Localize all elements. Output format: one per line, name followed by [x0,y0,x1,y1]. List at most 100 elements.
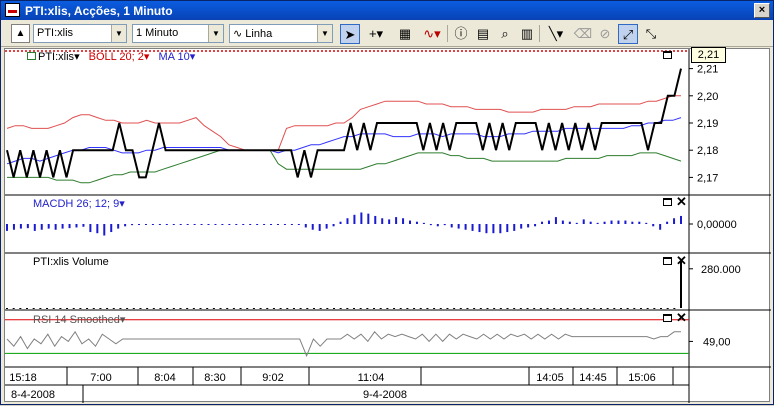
volume-bar [39,308,42,309]
volume-bar [79,308,82,309]
chevron-down-icon[interactable]: ▾ [74,51,80,63]
macd-bar [402,218,405,224]
close-pane-icon[interactable]: ✕ [676,254,687,267]
volume-bar [359,308,362,309]
legend-ma[interactable]: MA 10 [159,51,190,63]
macd-bar [360,212,363,224]
volume-bar [72,308,75,309]
chart-window: PTI:xlis, Acções, 1 Minuto × ▲ PTI:xlis … [0,0,774,405]
chart-style-value: ∿ Linha [233,27,272,40]
volume-bar [92,308,95,309]
last-price-label: 2,21 [691,47,726,63]
chevron-down-icon[interactable]: ▼ [208,25,223,42]
volume-bar [272,308,275,309]
volume-bar [266,308,269,309]
price-axis-label: 2,21 [697,64,718,76]
macd-bar [596,222,599,224]
legend-volume[interactable]: PTI:xlis Volume [33,256,109,268]
legend-boll[interactable]: BOLL 20; 2 [89,51,144,63]
macd-bar [464,224,467,230]
symbol-select[interactable]: PTI:xlis ▼ [33,24,127,43]
interval-select[interactable]: 1 Minuto ▼ [132,24,224,43]
chart-style-select[interactable]: ∿ Linha ▼ [229,24,333,43]
crosshair-tool-icon[interactable]: +▾ [363,24,389,44]
pointer-tool-icon[interactable]: ➤ [340,24,360,44]
volume-bar [653,308,656,309]
macd-bar [374,215,377,224]
zoom-icon[interactable]: ⌕ [495,24,515,44]
legend-symbol[interactable]: PTI:xlis [38,51,74,63]
eraser-icon[interactable]: ⌫ [573,24,593,44]
macd-bar [54,224,57,230]
macd-bar [520,224,523,229]
legend-rsi[interactable]: RSI 14 Smoothed [33,314,120,326]
collapse-up-icon[interactable]: ▲ [11,24,30,43]
volume-bar [553,308,556,309]
volume-bar [379,308,382,309]
macd-bar [103,224,106,236]
macd-bar [158,224,161,225]
delete-icon[interactable]: ⊘ [595,24,615,44]
chevron-down-icon[interactable]: ▾ [120,314,126,326]
volume-bar [566,308,569,309]
chart-area[interactable]: 2,21 2,20 2,19 2,18 2,17 0,00000 280.000 49,00 1… [4,47,771,403]
time-axis-label: 9:02 [262,372,283,384]
volume-bar [413,308,416,309]
macd-bar [75,224,78,228]
macd-bar [638,221,641,224]
volume-bar [112,308,115,309]
macd-bar [450,224,453,228]
macd-bar [582,219,585,224]
chevron-down-icon[interactable]: ▾ [190,51,196,63]
volume-bar [206,308,209,309]
boll-lower-line [7,149,682,184]
indicator-icon[interactable]: ∿▾ [419,24,445,44]
line-draw-icon[interactable]: ╲▾ [543,24,569,44]
volume-bar [673,308,676,309]
info-icon[interactable]: ⓘ [451,24,471,44]
macd-bar [276,224,279,225]
macd-bar [235,224,238,225]
chevron-down-icon[interactable]: ▾ [144,51,150,63]
fit-icon[interactable]: ⤡ [641,24,661,44]
time-axis-label: 15:18 [9,372,37,384]
volume-bar [152,308,155,309]
volume-bar [292,308,295,309]
volume-bar [172,308,175,309]
macd-bar [652,224,655,227]
volume-bar [6,308,8,309]
maximize-pane-icon[interactable] [663,314,672,322]
volume-bar [19,308,22,309]
macd-bar [395,217,398,224]
grid-icon[interactable]: ▦ [395,24,415,44]
date-axis-label: 8-4-2008 [11,389,55,401]
chart-type-icon[interactable]: ▥ [517,24,537,44]
time-axis-label: 7:00 [90,372,111,384]
properties-icon[interactable]: ▤ [473,24,493,44]
chart-canvas[interactable]: 2,21 2,20 2,19 2,18 2,17 0,00000 280.000 49,00 1… [5,49,771,403]
macd-bar [318,224,321,231]
time-axis-label: 11:04 [358,372,385,384]
volume-bar [306,308,309,309]
macd-bar [283,224,286,225]
macd-bar [297,224,300,225]
chevron-down-icon[interactable]: ▾ [119,198,125,210]
close-window-button[interactable]: × [754,3,770,18]
autoscale-icon[interactable]: ⤢ [618,24,638,44]
maximize-pane-icon[interactable] [663,51,672,59]
close-pane-icon[interactable]: ✕ [676,311,687,324]
macd-bar [304,224,307,228]
close-pane-icon[interactable]: ✕ [676,195,687,208]
line-style-icon: ∿ [233,28,243,40]
volume-bar [119,308,122,309]
macd-bar [645,222,648,224]
volume-bar [493,308,496,309]
macd-bar [409,220,412,224]
macd-bar [138,224,141,225]
maximize-pane-icon[interactable] [663,257,672,265]
chevron-down-icon[interactable]: ▼ [111,25,126,42]
legend-macd[interactable]: MACDH 26; 12; 9 [33,198,119,210]
time-axis-label: 15:06 [628,372,656,384]
maximize-pane-icon[interactable] [663,198,672,206]
chevron-down-icon[interactable]: ▼ [317,25,332,42]
